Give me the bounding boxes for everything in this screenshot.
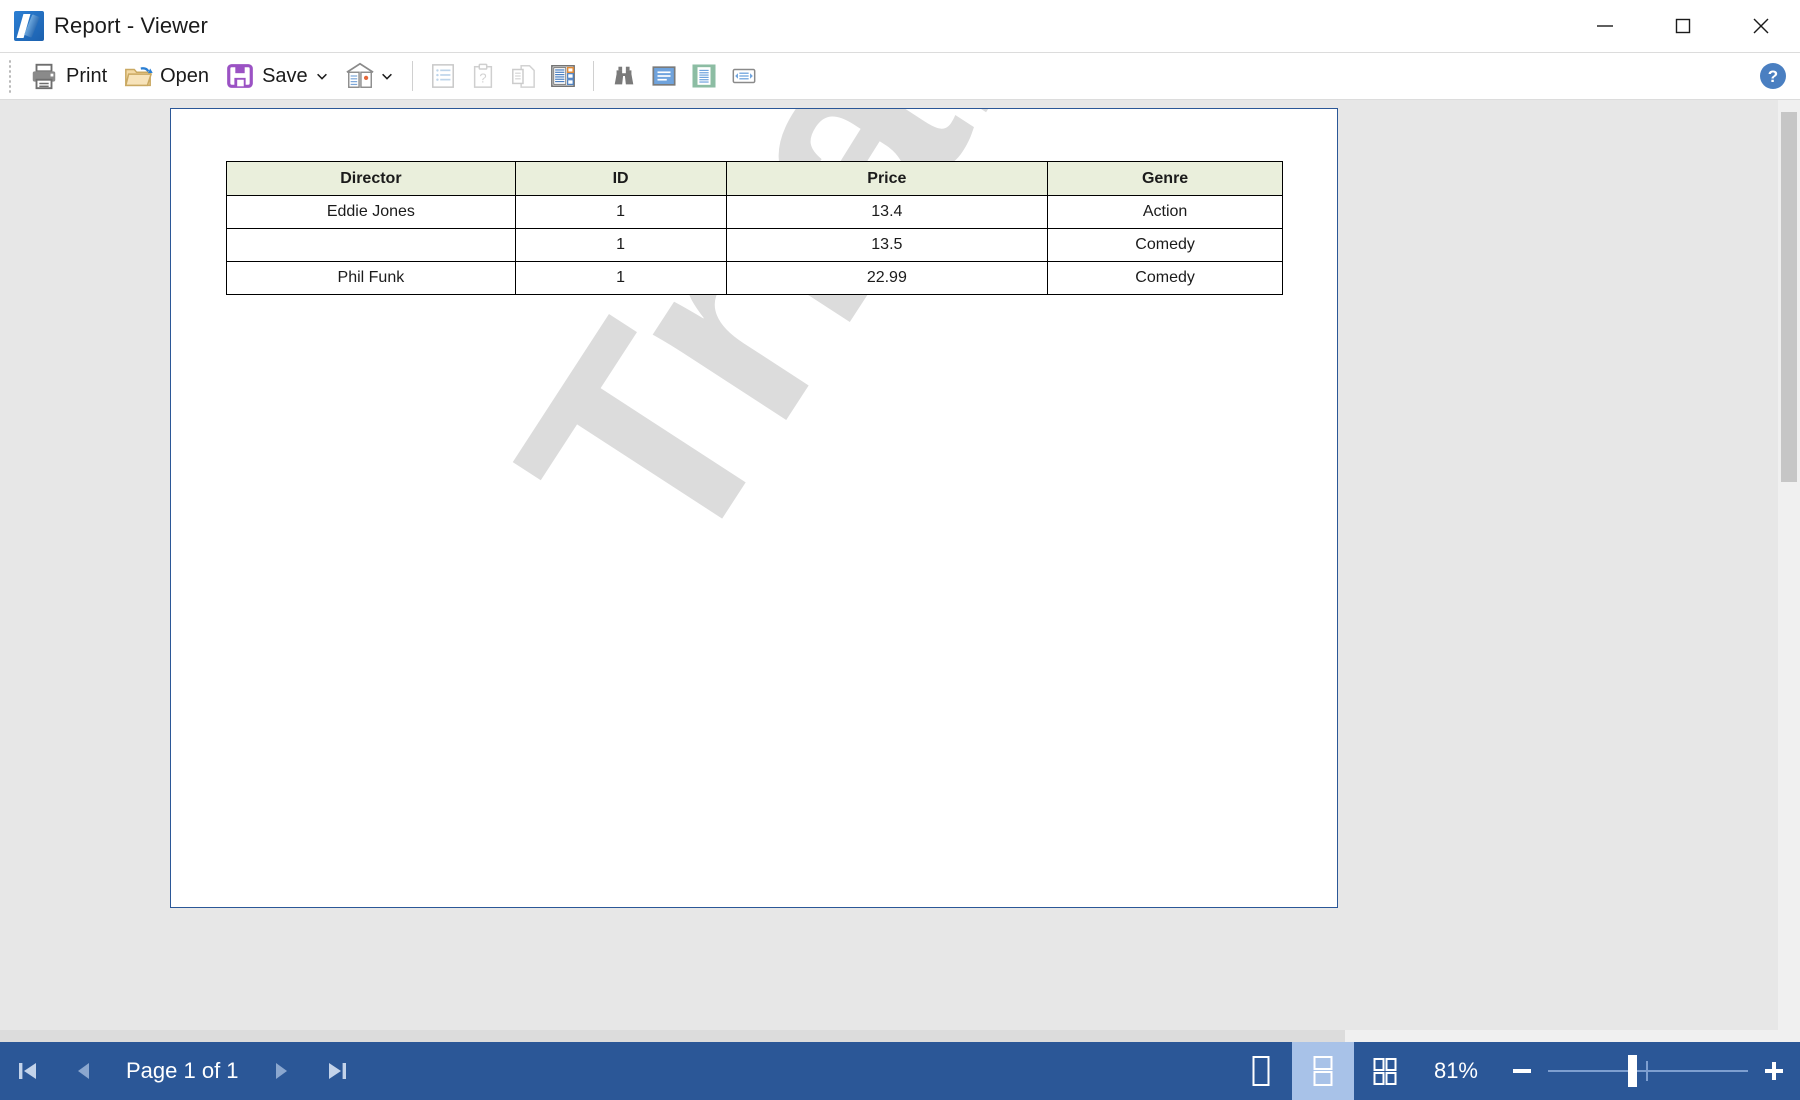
zoom-out-icon (1513, 1069, 1531, 1073)
page-view-button[interactable] (644, 56, 684, 96)
cell-price: 13.5 (725, 228, 1049, 262)
help-question-icon: ? (1760, 63, 1786, 89)
page-view-blue-icon (652, 66, 676, 86)
report-viewer-window: Report - Viewer Print Open Save ? ? Tria… (0, 0, 1800, 1100)
chevron-down-icon (381, 73, 392, 80)
svg-text:?: ? (1768, 67, 1778, 86)
parameters-clipboard-icon: ? (473, 63, 492, 88)
multi-page-view-button[interactable] (1354, 1042, 1416, 1100)
report-page: Trial Director ID Price Genre Eddie Jone… (170, 108, 1338, 908)
print-button[interactable]: Print (21, 56, 115, 96)
zoom-out-button[interactable] (1496, 1042, 1548, 1100)
last-page-icon (328, 1063, 346, 1079)
help-button[interactable]: ? (1758, 61, 1788, 91)
save-label: Save (262, 64, 308, 87)
vertical-scroll-thumb[interactable] (1781, 112, 1797, 482)
zoom-percent-label: 81% (1433, 1058, 1478, 1083)
last-page-button[interactable] (309, 1042, 365, 1100)
table-header-row: Director ID Price Genre (226, 161, 1283, 196)
zoom-slider-tick (1646, 1061, 1648, 1081)
parameters-button[interactable]: ? (463, 56, 503, 96)
design-report-button[interactable] (337, 56, 402, 96)
binoculars-find-icon (614, 66, 633, 85)
chevron-down-icon (316, 73, 327, 80)
cell-director: Eddie Jones (226, 195, 516, 229)
svg-text:?: ? (479, 71, 486, 86)
horizontal-scrollbar[interactable] (0, 1030, 1778, 1042)
cell-price: 13.4 (725, 195, 1049, 229)
zoom-slider-knob[interactable] (1628, 1055, 1637, 1087)
maximize-icon[interactable] (1644, 0, 1722, 52)
minimize-icon[interactable] (1566, 0, 1644, 52)
window-title: Report - Viewer (54, 13, 208, 38)
continuous-page-view-icon (1313, 1056, 1333, 1086)
toolbar: Print Open Save ? ? (0, 52, 1800, 100)
floppy-disk-icon (227, 64, 253, 88)
cell-director (226, 228, 516, 262)
previous-page-button[interactable] (56, 1042, 112, 1100)
open-label: Open (160, 64, 210, 87)
fit-width-icon (732, 68, 756, 84)
thumbnails-button[interactable] (543, 56, 583, 96)
column-header-genre: Genre (1047, 161, 1283, 196)
report-viewer-icon (14, 11, 44, 41)
multi-page-view-icon (1373, 1058, 1397, 1085)
thumbnails-panel-icon (550, 65, 575, 87)
report-table: Director ID Price Genre Eddie Jones 1 13… (226, 161, 1283, 295)
zoom-slider[interactable] (1548, 1042, 1748, 1100)
table-row: Eddie Jones 1 13.4 Action (226, 195, 1283, 229)
cell-genre: Comedy (1047, 228, 1283, 262)
column-header-price: Price (725, 161, 1049, 196)
zoom-slider-track (1548, 1070, 1748, 1072)
first-page-icon (19, 1063, 36, 1079)
copy-page-icon (511, 65, 535, 88)
printer-icon (32, 63, 56, 90)
copy-page-button[interactable] (503, 56, 543, 96)
open-button[interactable]: Open (115, 56, 217, 96)
fit-width-button[interactable] (724, 56, 764, 96)
table-row: Phil Funk 1 22.99 Comedy (226, 261, 1283, 295)
status-bar: Page 1 of 1 81% (0, 1042, 1800, 1100)
single-page-view-icon (1252, 1056, 1270, 1086)
first-page-button[interactable] (0, 1042, 56, 1100)
cell-id: 1 (514, 261, 727, 295)
bookmarks-list-icon (431, 64, 454, 88)
column-header-id: ID (514, 161, 727, 196)
document-canvas[interactable]: Trial Director ID Price Genre Eddie Jone… (0, 100, 1800, 1042)
previous-page-icon (78, 1063, 89, 1079)
vertical-scrollbar[interactable] (1778, 100, 1800, 1042)
next-page-icon (275, 1063, 287, 1079)
zoom-in-button[interactable] (1748, 1042, 1800, 1100)
cell-director: Phil Funk (226, 261, 516, 295)
folder-open-icon (124, 67, 153, 87)
save-button[interactable]: Save (217, 56, 337, 96)
single-page-view-button[interactable] (1230, 1042, 1292, 1100)
cell-id: 1 (514, 195, 727, 229)
fit-page-button[interactable] (684, 56, 724, 96)
cell-genre: Comedy (1047, 261, 1283, 295)
title-bar: Report - Viewer (0, 0, 1800, 52)
toolbar-separator (411, 61, 413, 91)
horizontal-scroll-thumb[interactable] (0, 1030, 1345, 1042)
column-header-director: Director (226, 161, 516, 196)
page-indicator: Page 1 of 1 (126, 1058, 239, 1083)
report-design-icon (346, 62, 374, 88)
bookmarks-button[interactable] (423, 56, 463, 96)
toolbar-grip[interactable] (8, 59, 13, 93)
print-label: Print (66, 64, 108, 87)
status-bar-right: 81% (1230, 1042, 1800, 1100)
zoom-in-icon (1765, 1062, 1783, 1080)
cell-genre: Action (1047, 195, 1283, 229)
find-button[interactable] (604, 56, 644, 96)
fit-page-green-icon (692, 64, 716, 88)
next-page-button[interactable] (253, 1042, 309, 1100)
continuous-page-view-button[interactable] (1291, 1042, 1354, 1100)
close-icon[interactable] (1722, 0, 1800, 52)
toolbar-separator (592, 61, 594, 91)
cell-price: 22.99 (725, 261, 1049, 295)
window-controls (1566, 0, 1800, 52)
cell-id: 1 (514, 228, 727, 262)
table-row: 1 13.5 Comedy (226, 228, 1283, 262)
